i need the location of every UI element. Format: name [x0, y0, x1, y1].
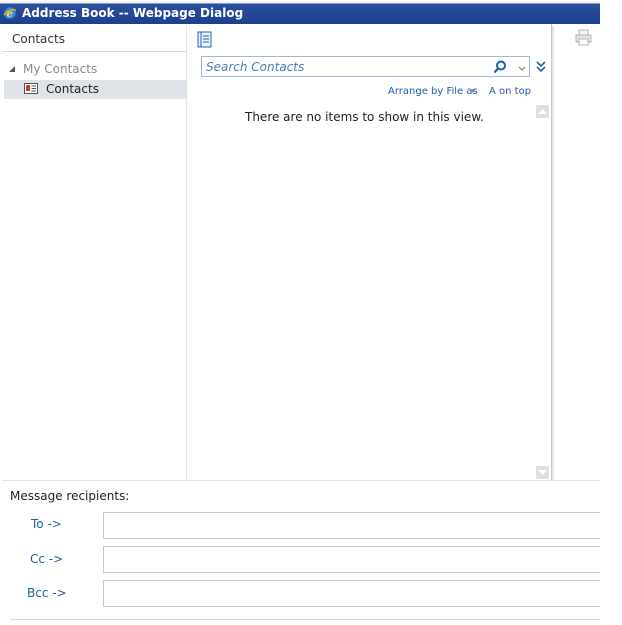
bcc-field[interactable] — [103, 580, 600, 607]
double-chevron-down-icon[interactable] — [536, 60, 546, 74]
section-divider — [2, 480, 600, 481]
tree-item-label: Contacts — [46, 82, 99, 96]
scroll-down-button[interactable] — [536, 466, 549, 479]
print-icon[interactable] — [575, 29, 592, 46]
to-button[interactable]: To -> — [31, 517, 62, 531]
bcc-button[interactable]: Bcc -> — [27, 586, 67, 600]
scroll-down-icon — [538, 470, 547, 475]
arrange-by-link[interactable]: Arrange by File as — [388, 86, 478, 97]
nav-header: Contacts — [12, 32, 65, 46]
scroll-up-icon — [538, 109, 547, 114]
search-input[interactable] — [206, 58, 486, 75]
search-box[interactable] — [201, 56, 530, 77]
message-recipients-label: Message recipients: — [10, 489, 130, 503]
chevron-down-icon[interactable] — [517, 61, 527, 73]
nav-divider — [2, 51, 186, 52]
tree-root-my-contacts[interactable]: My Contacts — [23, 62, 97, 76]
title-bar[interactable]: e Address Book -- Webpage Dialog — [0, 0, 600, 24]
pane-shadow — [552, 26, 554, 480]
sort-order-link[interactable]: A on top — [489, 86, 531, 97]
search-icon[interactable] — [493, 60, 507, 74]
window-title: Address Book -- Webpage Dialog — [22, 6, 244, 20]
cc-button[interactable]: Cc -> — [30, 552, 63, 566]
scroll-up-button[interactable] — [536, 105, 549, 118]
book-icon[interactable] — [197, 31, 212, 48]
collapse-arrow-icon[interactable] — [9, 65, 17, 73]
cc-field[interactable] — [103, 546, 600, 573]
to-field[interactable] — [103, 512, 600, 539]
ie-icon: e — [3, 6, 17, 20]
contact-card-icon — [24, 83, 38, 94]
empty-list-message: There are no items to show in this view. — [245, 110, 484, 124]
bottom-divider — [10, 619, 600, 620]
arrange-dropdown-icon[interactable] — [470, 89, 476, 93]
